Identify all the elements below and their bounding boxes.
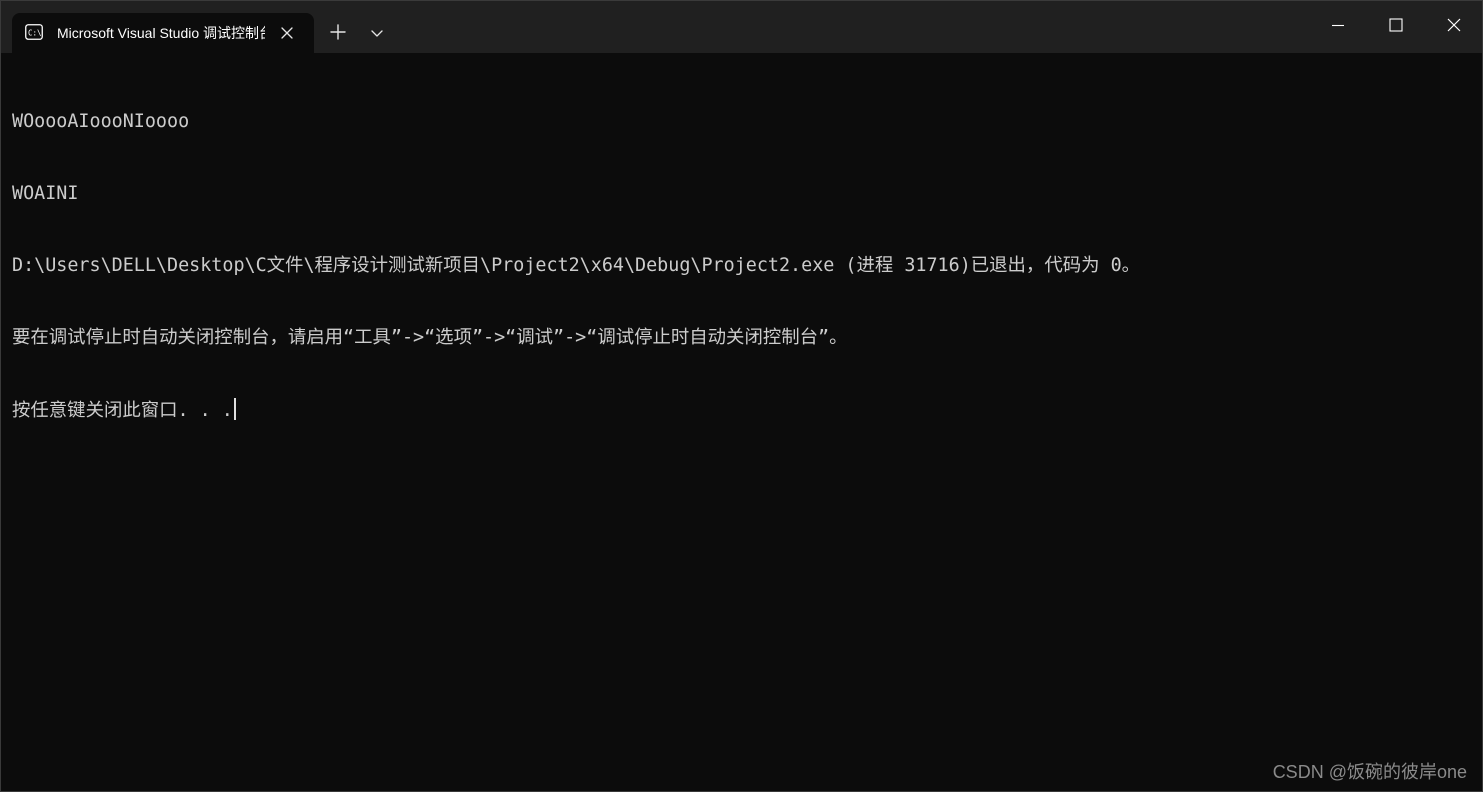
new-tab-button[interactable] — [327, 21, 349, 43]
text-cursor — [233, 398, 236, 420]
console-icon: C:\ — [25, 24, 43, 40]
terminal-window: C:\ Microsoft Visual Studio 调试控制台 WOoooA… — [0, 0, 1483, 792]
console-line: WOoooAIoooNIoooo — [12, 111, 190, 132]
console-output[interactable]: WOoooAIoooNIoooo WOAINI D:\Users\DELL\De… — [12, 62, 1472, 762]
watermark: CSDN @饭碗的彼岸one — [1272, 762, 1467, 782]
close-icon — [1447, 18, 1461, 32]
console-line: 按任意键关闭此窗口. . . — [12, 400, 233, 421]
scrollbar[interactable] — [1470, 55, 1480, 787]
minimize-button[interactable] — [1309, 1, 1367, 51]
tab-dropdown-button[interactable] — [367, 23, 387, 43]
minimize-icon — [1332, 24, 1344, 27]
console-line: 要在调试停止时自动关闭控制台，请启用“工具”->“选项”->“调试”->“调试停… — [12, 327, 848, 348]
tab-debug-console[interactable]: C:\ Microsoft Visual Studio 调试控制台 — [12, 13, 314, 53]
tab-title: Microsoft Visual Studio 调试控制台 — [57, 25, 265, 41]
maximize-icon — [1389, 18, 1403, 32]
console-line: WOAINI — [12, 183, 79, 204]
close-window-button[interactable] — [1425, 1, 1482, 51]
console-line: D:\Users\DELL\Desktop\C文件\程序设计测试新项目\Proj… — [12, 255, 1141, 276]
svg-text:C:\: C:\ — [28, 29, 42, 38]
title-bar: C:\ Microsoft Visual Studio 调试控制台 — [1, 1, 1482, 53]
console-prompt-line: 按任意键关闭此窗口. . . — [12, 398, 1472, 422]
chevron-down-icon — [371, 30, 383, 37]
maximize-button[interactable] — [1367, 1, 1425, 51]
close-tab-button[interactable] — [278, 24, 296, 42]
plus-icon — [330, 24, 346, 40]
